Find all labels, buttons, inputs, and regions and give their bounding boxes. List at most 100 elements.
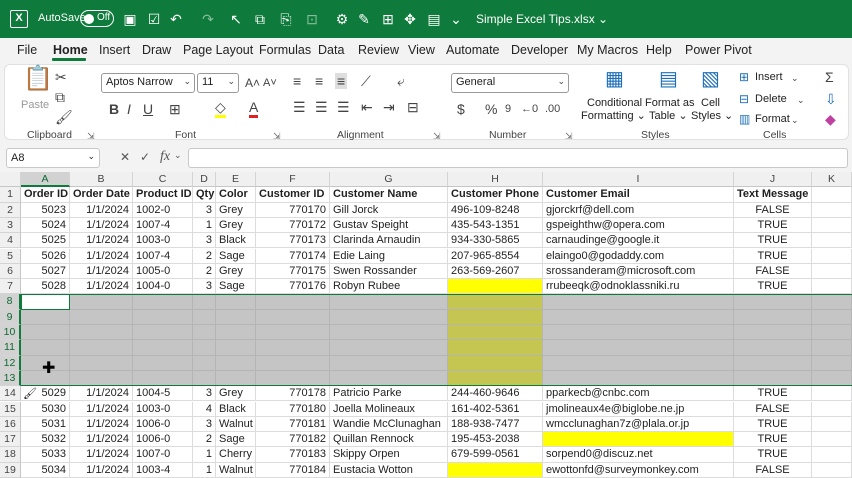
menu-page-layout[interactable]: Page Layout [183, 43, 253, 57]
grid-cell[interactable]: Swen Rossander [330, 263, 448, 280]
row-header[interactable]: 6 [0, 263, 21, 280]
enter-icon[interactable]: ✓ [140, 150, 150, 164]
grid-cell[interactable]: Joella Molineaux [330, 401, 448, 417]
grid-cell[interactable] [812, 202, 852, 218]
autosum-icon[interactable]: Σ [825, 69, 834, 85]
decrease-indent-icon[interactable]: ⇤ [361, 99, 373, 115]
grid-cell[interactable]: 770183 [256, 447, 330, 463]
grid-cell[interactable]: 5023 [21, 202, 70, 218]
row-header[interactable]: 7 [0, 279, 21, 295]
increase-decimal-icon[interactable]: ←0 [521, 101, 538, 117]
grid-cell[interactable] [812, 432, 852, 448]
grid-cell[interactable]: Grey [216, 202, 256, 218]
format-as-table-icon[interactable]: ▤ [659, 69, 678, 89]
grid-cell[interactable] [21, 309, 70, 325]
cut-icon[interactable]: ✂ [55, 69, 67, 85]
grid-cell[interactable]: 679-599-0561 [448, 447, 543, 463]
grid-cell[interactable]: Eustacia Wotton [330, 462, 448, 478]
align-left-icon[interactable]: ☰ [293, 99, 306, 115]
grid-cell[interactable] [193, 370, 216, 387]
grid-cell[interactable]: 5025 [21, 233, 70, 249]
grid-cell[interactable]: Sage [216, 432, 256, 448]
grid-cell[interactable]: 770180 [256, 401, 330, 417]
grid-cell[interactable] [812, 217, 852, 234]
format-cells-button[interactable]: Format [755, 113, 790, 125]
cell-styles-line1[interactable]: Cell [701, 97, 720, 109]
grid-cell[interactable]: FALSE [734, 462, 812, 478]
checkbox-icon[interactable]: ☑ [146, 11, 162, 27]
menu-file[interactable]: File [17, 43, 37, 57]
autosave-toggle[interactable]: Off [80, 10, 114, 27]
freeze-icon[interactable]: ✥ [402, 11, 418, 27]
grid-cell[interactable] [70, 294, 133, 310]
row-header[interactable]: 10 [0, 325, 21, 341]
grid-cell[interactable]: pparkecb@cnbc.com [543, 386, 734, 402]
grid-cell[interactable]: 1003-4 [133, 462, 193, 478]
grid-cell[interactable]: 244-460-9646 [448, 386, 543, 402]
grid-cell[interactable] [216, 325, 256, 341]
number-format-combo[interactable]: General ⌄ [451, 73, 569, 93]
grid-cell[interactable]: wmcclunaghan7z@plala.or.jp [543, 416, 734, 433]
grid-cell[interactable] [543, 340, 734, 356]
grid-cell[interactable]: 1003-0 [133, 401, 193, 417]
grid-cell[interactable] [812, 233, 852, 249]
grid-cell[interactable]: 770175 [256, 263, 330, 280]
grid-cell[interactable]: Customer Name [330, 187, 448, 203]
grid-cell[interactable]: Gustav Speight [330, 217, 448, 234]
grid-cell[interactable]: 4 [193, 401, 216, 417]
grid-cell[interactable] [133, 355, 193, 371]
grid-cell[interactable]: 770172 [256, 217, 330, 234]
grid-cell[interactable]: 5031 [21, 416, 70, 433]
align-bottom-icon[interactable]: ≡ [335, 73, 348, 89]
grid-cell[interactable] [734, 294, 812, 310]
font-name-combo[interactable]: Aptos Narrow ⌄ [101, 73, 195, 93]
grid-cell[interactable] [330, 294, 448, 310]
select-all-corner[interactable] [0, 172, 21, 187]
grid-cell[interactable]: 1/1/2024 [70, 416, 133, 433]
grid-cell[interactable] [812, 294, 852, 310]
grid-cell[interactable]: Gill Jorck [330, 202, 448, 218]
save-icon[interactable]: ▣ [122, 11, 138, 27]
grid-cell[interactable] [543, 370, 734, 387]
grid-cell[interactable]: 188-938-7477 [448, 416, 543, 433]
grid-cell[interactable]: 207-965-8554 [448, 248, 543, 264]
fill-color-icon[interactable]: ◇ [215, 99, 226, 118]
align-top-icon[interactable]: ≡ [293, 73, 301, 89]
grid-cell[interactable]: 195-453-2038 [448, 432, 543, 448]
column-header[interactable]: C [133, 172, 193, 187]
column-header[interactable]: J [734, 172, 812, 187]
row-header[interactable]: 15 [0, 401, 21, 417]
row-header[interactable]: 4 [0, 233, 21, 249]
grid-cell[interactable] [330, 340, 448, 356]
grid-cell[interactable] [448, 294, 543, 310]
grid-cell[interactable] [21, 340, 70, 356]
cell-styles-line2[interactable]: Styles ⌄ [691, 109, 733, 122]
grid-cell[interactable]: 1/1/2024 [70, 263, 133, 280]
grid-cell[interactable]: Order ID [21, 187, 70, 203]
grid-cell[interactable] [812, 248, 852, 264]
grid-cell[interactable]: 3 [193, 202, 216, 218]
grid-cell[interactable]: 5028 [21, 279, 70, 295]
grid-cell[interactable]: Qty [193, 187, 216, 203]
grid-cell[interactable]: TRUE [734, 386, 812, 402]
menu-help[interactable]: Help [646, 43, 672, 57]
grid-cell[interactable]: 1002-0 [133, 202, 193, 218]
grid-cell[interactable] [812, 309, 852, 325]
clear-icon[interactable]: ◆ [825, 111, 836, 127]
grid-cell[interactable]: Cherry [216, 447, 256, 463]
grid-cell[interactable]: Color [216, 187, 256, 203]
grid-cell[interactable]: 770170 [256, 202, 330, 218]
grid-cell[interactable]: rrubeeqk@odnoklassniki.ru [543, 279, 734, 295]
conditional-formatting-line2[interactable]: Formatting ⌄ [581, 109, 646, 122]
menu-home[interactable]: Home [53, 43, 88, 57]
grid-cell[interactable]: 161-402-5361 [448, 401, 543, 417]
grid-cell[interactable] [256, 294, 330, 310]
decrease-font-icon[interactable]: A˅ [263, 75, 277, 91]
grid-cell[interactable]: elaingo0@godaddy.com [543, 248, 734, 264]
grid-cell[interactable]: Black [216, 401, 256, 417]
insert-cells-icon[interactable]: ⊞ [739, 69, 749, 85]
grid-cell[interactable] [812, 340, 852, 356]
delete-cells-button[interactable]: Delete [755, 93, 787, 105]
column-header[interactable]: A [21, 172, 70, 187]
grid-cell[interactable] [448, 309, 543, 325]
